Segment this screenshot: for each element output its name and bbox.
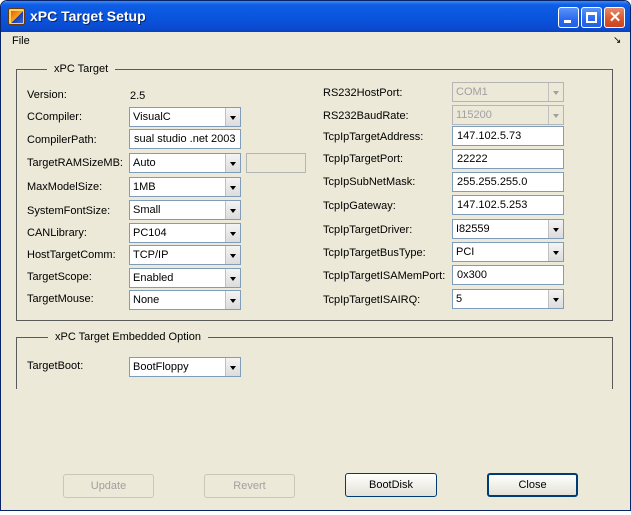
ramsize-custom-input [246,153,306,173]
tcpiptargetisamemport-input[interactable]: 0x300 [452,265,564,285]
targetmouse-label: TargetMouse: [27,293,94,305]
ramsize-value: Auto [133,157,156,169]
ccompiler-select[interactable]: VisualC [129,107,241,127]
embedded-option-group-title: xPC Target Embedded Option [48,330,208,344]
rs232baudrate-label: RS232BaudRate: [323,110,409,122]
embedded-option-group: xPC Target Embedded Option [16,330,613,389]
tcpipgateway-label: TcpIpGateway: [323,200,396,212]
tcpiptargetisamemport-label: TcpIpTargetISAMemPort: [323,270,446,282]
targetmouse-value: None [133,294,160,306]
tcpiptargetaddress-input[interactable]: 147.102.5.73 [452,126,564,146]
menu-bar: File ↘ [1,32,630,50]
matlab-logo-icon [8,8,25,25]
chevron-down-icon[interactable] [548,220,563,238]
tcpipsubnetmask-label: TcpIpSubNetMask: [323,176,416,188]
tcpiptargetbustype-value: PCI [456,246,475,258]
chevron-down-icon[interactable] [548,243,563,261]
hosttargetcomm-select[interactable]: TCP/IP [129,245,241,265]
compilerpath-label: CompilerPath: [27,134,97,146]
window-title: xPC Target Setup [30,8,146,24]
rs232baudrate-select: 115200 [452,105,564,125]
compilerpath-input[interactable]: sual studio .net 2003 [129,129,241,149]
tcpiptargetisairq-value: 5 [456,293,463,305]
chevron-down-icon[interactable] [225,291,240,309]
rs232baudrate-value: 115200 [456,109,492,121]
tcpipsubnetmask-input[interactable]: 255.255.255.0 [452,172,564,192]
maximize-button[interactable] [581,7,602,28]
maxmodelsize-label: MaxModelSize: [27,181,103,193]
chevron-down-icon[interactable] [225,108,240,126]
targetscope-value: Enabled [133,272,174,284]
menu-overflow-icon[interactable]: ↘ [613,35,621,46]
close-icon: ✕ [608,9,622,26]
tcpiptargetdriver-value: I82559 [456,223,490,235]
chevron-down-icon[interactable] [225,358,240,376]
tcpipgateway-input[interactable]: 147.102.5.253 [452,195,564,215]
systemfontsize-value: Small [133,204,161,216]
systemfontsize-select[interactable]: Small [129,200,241,220]
targetscope-select[interactable]: Enabled [129,268,241,288]
tcpiptargetbustype-label: TcpIpTargetBusType: [323,247,426,259]
minimize-icon [564,20,571,23]
maxmodelsize-value: 1MB [133,181,156,193]
chevron-down-icon[interactable] [225,246,240,264]
menu-file[interactable]: File [12,35,30,47]
targetboot-select[interactable]: BootFloppy [129,357,241,377]
targetboot-value: BootFloppy [133,361,189,373]
targetmouse-select[interactable]: None [129,290,241,310]
title-bar[interactable]: xPC Target Setup ✕ [1,1,630,32]
canlibrary-select[interactable]: PC104 [129,223,241,243]
rs232hostport-select: COM1 [452,82,564,102]
update-button: Update [63,474,154,498]
chevron-down-icon [548,83,563,101]
tcpiptargetisairq-label: TcpIpTargetISAIRQ: [323,294,421,306]
tcpiptargetbustype-select[interactable]: PCI [452,242,564,262]
version-value: 2.5 [130,90,146,102]
chevron-down-icon[interactable] [225,269,240,287]
close-window-button[interactable]: ✕ [604,7,625,28]
bootdisk-button[interactable]: BootDisk [345,473,437,497]
rs232hostport-label: RS232HostPort: [323,87,403,99]
chevron-down-icon[interactable] [225,154,240,172]
tcpiptargetdriver-label: TcpIpTargetDriver: [323,224,413,236]
chevron-down-icon [548,106,563,124]
hosttargetcomm-label: HostTargetComm: [27,249,116,261]
chevron-down-icon[interactable] [225,201,240,219]
tcpiptargetport-label: TcpIpTargetPort: [323,153,404,165]
ramsize-label: TargetRAMSizeMB: [27,157,123,169]
maximize-icon [586,12,597,23]
chevron-down-icon[interactable] [225,224,240,242]
maxmodelsize-select[interactable]: 1MB [129,177,241,197]
ramsize-select[interactable]: Auto [129,153,241,173]
revert-button: Revert [204,474,295,498]
close-button[interactable]: Close [487,473,578,497]
targetboot-label: TargetBoot: [27,360,84,372]
tcpiptargetisairq-select[interactable]: 5 [452,289,564,309]
canlibrary-label: CANLibrary: [27,227,87,239]
xpc-target-setup-window: xPC Target Setup ✕ File ↘ xPC Target Ver… [0,0,631,511]
chevron-down-icon[interactable] [225,178,240,196]
ccompiler-label: CCompiler: [27,111,83,123]
version-label: Version: [27,89,67,101]
minimize-button[interactable] [558,7,579,28]
xpc-target-group-title: xPC Target [47,62,116,76]
hosttargetcomm-value: TCP/IP [133,249,169,261]
targetscope-label: TargetScope: [27,271,92,283]
systemfontsize-label: SystemFontSize: [27,205,111,217]
ccompiler-value: VisualC [133,111,171,123]
rs232hostport-value: COM1 [456,86,488,98]
tcpiptargetport-input[interactable]: 22222 [452,149,564,169]
tcpiptargetdriver-select[interactable]: I82559 [452,219,564,239]
chevron-down-icon[interactable] [548,290,563,308]
tcpiptargetaddress-label: TcpIpTargetAddress: [323,131,424,143]
canlibrary-value: PC104 [133,227,167,239]
